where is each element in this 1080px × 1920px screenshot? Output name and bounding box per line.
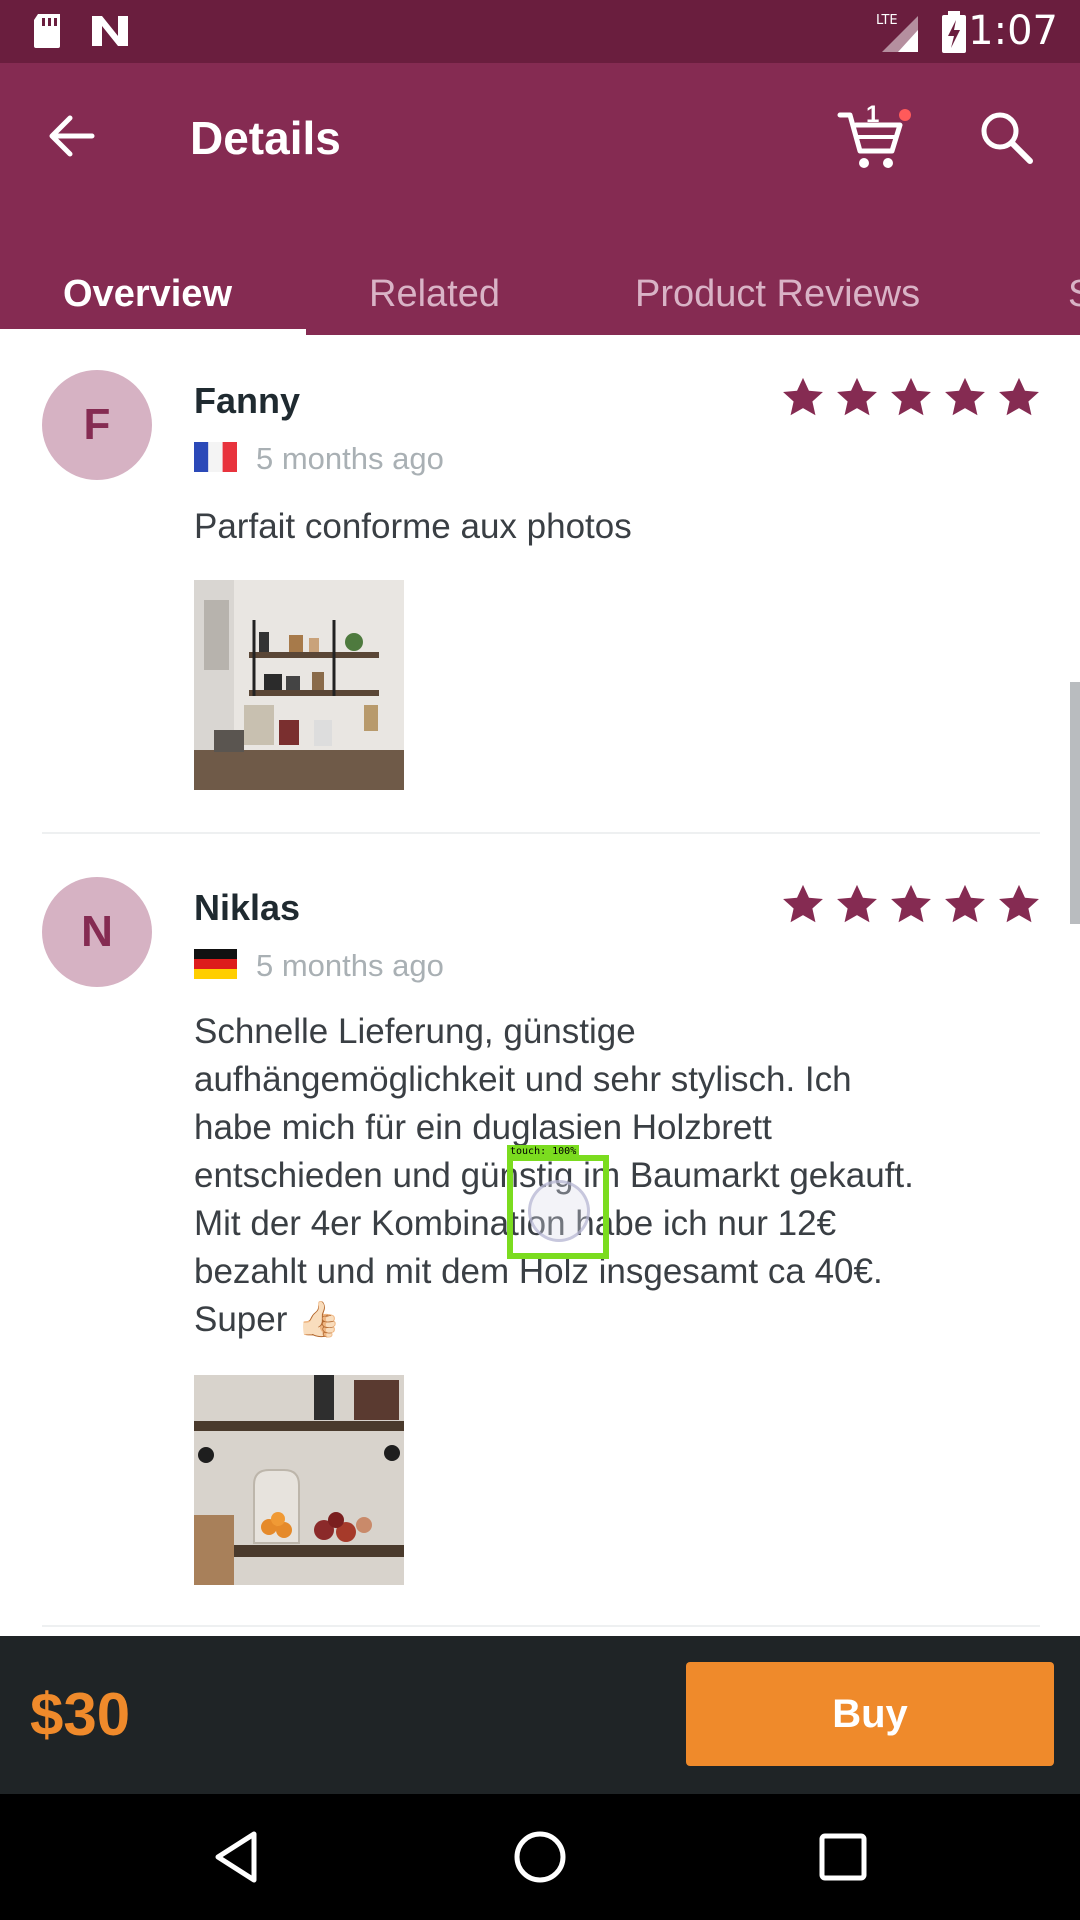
avatar: N xyxy=(42,877,152,987)
svg-text:LTE: LTE xyxy=(876,13,898,28)
buy-bar: $30 Buy xyxy=(0,1636,1080,1794)
star-icon xyxy=(945,884,985,923)
star-icon xyxy=(891,884,931,923)
price: $30 xyxy=(30,1681,131,1748)
france-flag-icon xyxy=(194,442,237,472)
n-logo-icon xyxy=(92,16,128,46)
tab-overview[interactable]: Overview xyxy=(63,273,232,316)
reviewer-name: Niklas xyxy=(194,887,301,928)
star-icon xyxy=(945,377,985,416)
review-text-line: habe mich für ein duglasien Holzbrett xyxy=(194,1108,772,1147)
star-icon xyxy=(783,884,823,923)
nav-back-icon[interactable] xyxy=(204,1824,270,1890)
page-title: Details xyxy=(190,112,341,164)
status-bar: LTE 1:07 xyxy=(0,0,1080,63)
review-text-line: aufhängemöglichkeit und sehr stylisch. I… xyxy=(194,1060,852,1099)
search-icon[interactable] xyxy=(976,107,1036,167)
star-icon xyxy=(783,377,823,416)
cart-notification-dot xyxy=(899,109,911,121)
tab-overflow[interactable]: S xyxy=(1068,273,1080,316)
cart-count-badge: 1 xyxy=(866,101,880,128)
star-rating xyxy=(780,375,1042,423)
avatar: F xyxy=(42,370,152,480)
star-rating xyxy=(780,882,1042,930)
tab-product-reviews[interactable]: Product Reviews xyxy=(635,273,920,316)
buy-button[interactable]: Buy xyxy=(686,1662,1054,1766)
star-icon xyxy=(837,377,877,416)
reviewer-name: Fanny xyxy=(194,380,301,421)
app-bar: Details 1 Overview Related Product Revie… xyxy=(0,63,1080,335)
reviews-list[interactable]: F Fanny 5 months ago Parfait conforme au… xyxy=(0,335,1080,1635)
divider xyxy=(42,832,1040,834)
star-icon xyxy=(891,377,931,416)
review-photo-fruit-shelf[interactable] xyxy=(194,1375,404,1585)
tab-related[interactable]: Related xyxy=(369,273,500,316)
back-arrow-icon[interactable] xyxy=(40,103,106,169)
divider xyxy=(42,1625,1040,1627)
review-text: Parfait conforme aux photos xyxy=(194,507,632,546)
star-icon xyxy=(999,884,1039,923)
nav-recents-icon[interactable] xyxy=(810,1824,876,1890)
review-text-line: Schnelle Lieferung, günstige xyxy=(194,1012,636,1051)
battery-charging-icon xyxy=(942,11,966,53)
review-time: 5 months ago xyxy=(256,441,444,476)
sd-card-icon xyxy=(34,14,60,48)
scrollbar[interactable] xyxy=(1070,682,1080,924)
review-photo-shelves[interactable] xyxy=(194,580,404,790)
system-nav-bar xyxy=(0,1794,1080,1920)
star-icon xyxy=(999,377,1039,416)
review-text-line: Super 👍🏻 xyxy=(194,1300,341,1339)
clock: 1:07 xyxy=(968,8,1058,54)
tab-bar: Overview Related Product Reviews S xyxy=(0,253,1080,335)
germany-flag-icon xyxy=(194,949,237,979)
review-time: 5 months ago xyxy=(256,948,444,983)
nav-home-icon[interactable] xyxy=(507,1824,573,1890)
lte-signal-icon: LTE xyxy=(876,13,918,52)
touch-ripple xyxy=(528,1180,590,1242)
star-icon xyxy=(837,884,877,923)
